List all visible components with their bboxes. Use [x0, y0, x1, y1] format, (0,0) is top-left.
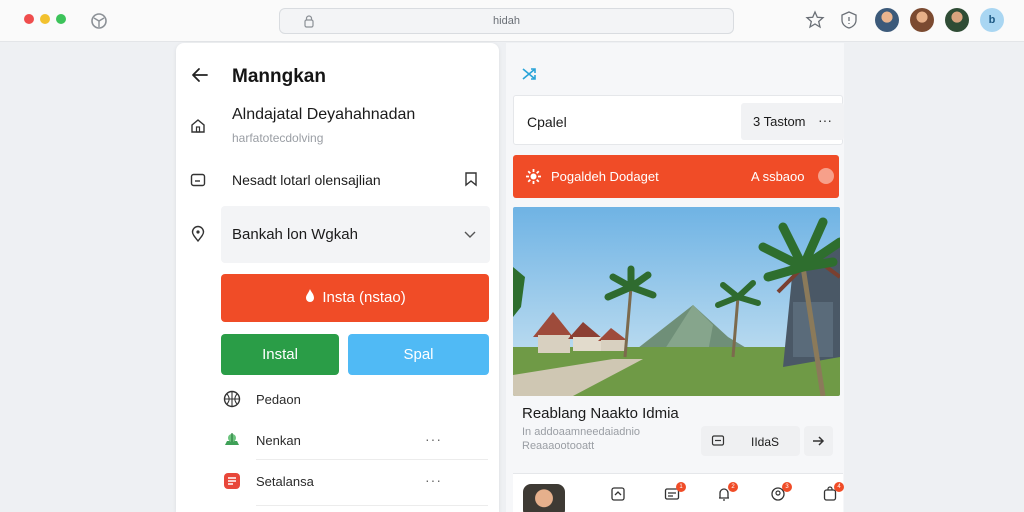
profile-tab[interactable]: 3: [770, 482, 792, 502]
chevron-down-icon: [464, 231, 476, 238]
notification-badge: 3: [782, 482, 792, 492]
select-value: Bankah lon Wgkah: [232, 226, 358, 243]
list-item-label[interactable]: Pedaon: [256, 392, 301, 407]
avatar[interactable]: [945, 8, 969, 32]
section-subtitle: harfatotecdolving: [232, 131, 324, 145]
install-button[interactable]: Instal: [221, 334, 339, 375]
profile-avatar[interactable]: b: [980, 8, 1004, 32]
divider: [256, 505, 488, 506]
banner-toggle[interactable]: [818, 168, 834, 184]
basketball-icon: [223, 390, 241, 408]
comment-icon: [711, 435, 725, 446]
browser-toolbar: hidah b: [0, 0, 1024, 42]
list-item-label[interactable]: Nenkan: [256, 433, 301, 448]
photo-subtitle: In addoaamneedaiadnio: [522, 426, 641, 438]
arrow-right-icon: [813, 436, 825, 446]
avatar[interactable]: [875, 8, 899, 32]
calendar-icon: [190, 173, 206, 187]
tag-button[interactable]: 3 Tastom ···: [741, 103, 844, 140]
green-leaf-icon: [225, 433, 239, 445]
close-window-button[interactable]: [24, 14, 34, 24]
notification-badge: 4: [834, 482, 844, 492]
location-select[interactable]: Bankah lon Wgkah: [221, 206, 490, 263]
photo-subtitle: Reaaaootooatt: [522, 440, 595, 452]
activity-tab[interactable]: 2: [716, 482, 738, 502]
photo-title: Reablang Naakto Idmia: [522, 405, 679, 422]
location-pin-icon: [191, 225, 205, 243]
divider: [256, 459, 488, 460]
more-options-icon[interactable]: ···: [425, 431, 442, 447]
section-title: Alndajatal Deyahahnadan: [232, 106, 416, 123]
bookmark-icon[interactable]: [462, 170, 480, 188]
notification-badge: 2: [728, 482, 738, 492]
left-panel: Manngkan Alndajatal Deyahahnadan harfato…: [176, 43, 499, 512]
shuffle-icon[interactable]: [520, 65, 538, 83]
messages-tab[interactable]: 1: [664, 482, 686, 502]
count-label: IIdaS: [751, 435, 780, 449]
app-logo-icon: [91, 13, 107, 29]
spal-button[interactable]: Spal: [348, 334, 489, 375]
install-primary-button[interactable]: Insta (nstao): [221, 274, 489, 322]
banner-text: Pogaldeh Dodaget: [551, 169, 659, 184]
page-title: Manngkan: [232, 66, 326, 87]
info-card: Cpalel 3 Tastom ···: [513, 95, 844, 145]
home-tab-icon[interactable]: [610, 486, 626, 502]
gear-icon: [526, 169, 541, 184]
address-bar[interactable]: hidah: [279, 8, 734, 34]
notification-badge: 1: [676, 482, 686, 492]
more-options-icon[interactable]: ···: [818, 112, 832, 128]
card-title: Cpalel: [527, 114, 567, 130]
red-app-icon: [224, 473, 240, 489]
promo-banner[interactable]: Pogaldeh Dodaget A ssbaoo: [513, 155, 839, 198]
avatar[interactable]: [910, 8, 934, 32]
minimize-window-button[interactable]: [40, 14, 50, 24]
star-icon[interactable]: [804, 9, 826, 31]
install-primary-label: Insta (nstao): [322, 289, 406, 306]
more-options-icon[interactable]: ···: [425, 472, 442, 488]
flame-icon: [306, 289, 315, 302]
shield-icon[interactable]: [838, 9, 860, 31]
share-button[interactable]: [804, 426, 833, 456]
back-arrow-icon[interactable]: [190, 65, 210, 85]
settings-tab[interactable]: 4: [822, 482, 844, 502]
maximize-window-button[interactable]: [56, 14, 66, 24]
tag-label: 3 Tastom: [753, 114, 806, 129]
landscape-photo[interactable]: [513, 207, 840, 396]
list-item-label[interactable]: Setalansa: [256, 474, 314, 489]
avatar[interactable]: [523, 484, 565, 512]
right-panel: Cpalel 3 Tastom ··· Pogaldeh Dodaget A s…: [506, 43, 844, 512]
banner-action-label: A ssbaoo: [751, 169, 805, 184]
setting-label[interactable]: Nesadt lotarl olensajlian: [232, 172, 381, 188]
bottom-navigation: 1 2 3 4: [513, 473, 844, 512]
url-text: hidah: [493, 15, 520, 27]
home-icon: [191, 119, 205, 133]
count-button[interactable]: IIdaS: [701, 426, 800, 456]
